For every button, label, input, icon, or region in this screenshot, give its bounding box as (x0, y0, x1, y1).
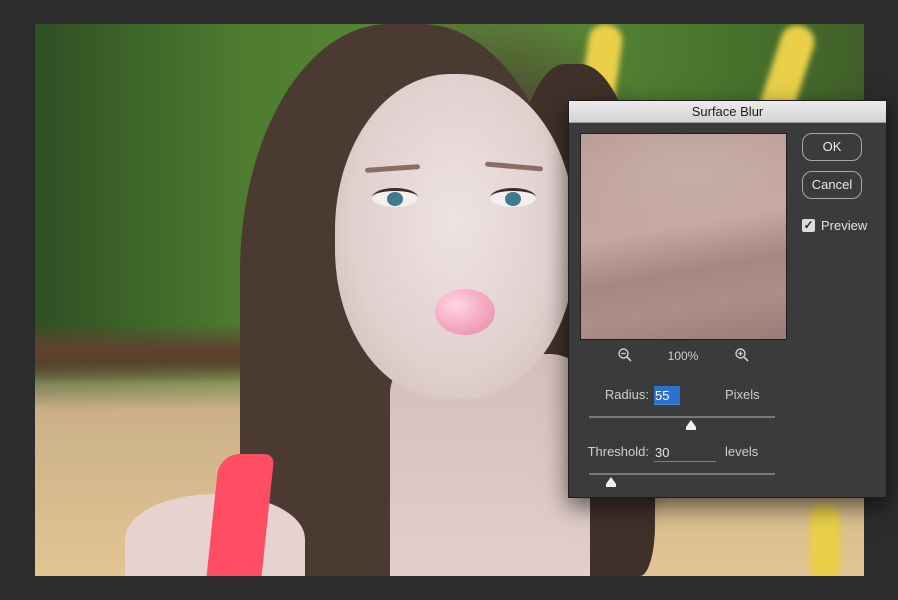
ok-button[interactable]: OK (802, 133, 862, 161)
background-yellow-stripe (810, 504, 840, 576)
right-eye (490, 188, 536, 207)
bubble-gum (435, 289, 495, 335)
preview-checkbox[interactable]: ✓ (802, 219, 815, 232)
radius-slider[interactable] (589, 416, 775, 418)
zoom-out-icon[interactable] (616, 347, 634, 365)
threshold-unit: levels (725, 444, 759, 459)
radius-unit: Pixels (725, 387, 760, 402)
zoom-controls: 100% (580, 347, 785, 365)
threshold-input[interactable] (654, 443, 716, 462)
threshold-slider[interactable] (589, 473, 775, 475)
radius-input[interactable] (654, 386, 680, 405)
dialog-title[interactable]: Surface Blur (569, 101, 886, 123)
surface-blur-dialog: Surface Blur 100% Radius: Pixels Thresho… (568, 100, 887, 498)
zoom-in-icon[interactable] (733, 347, 751, 365)
filter-preview[interactable] (580, 133, 787, 340)
cancel-button[interactable]: Cancel (802, 171, 862, 199)
preview-label: Preview (821, 218, 868, 233)
left-eye (372, 188, 418, 207)
face (335, 74, 575, 399)
threshold-label: Threshold: (587, 444, 649, 459)
threshold-slider-thumb[interactable] (606, 477, 617, 487)
radius-slider-thumb[interactable] (686, 420, 697, 430)
zoom-level: 100% (667, 349, 699, 363)
radius-label: Radius: (604, 387, 649, 402)
